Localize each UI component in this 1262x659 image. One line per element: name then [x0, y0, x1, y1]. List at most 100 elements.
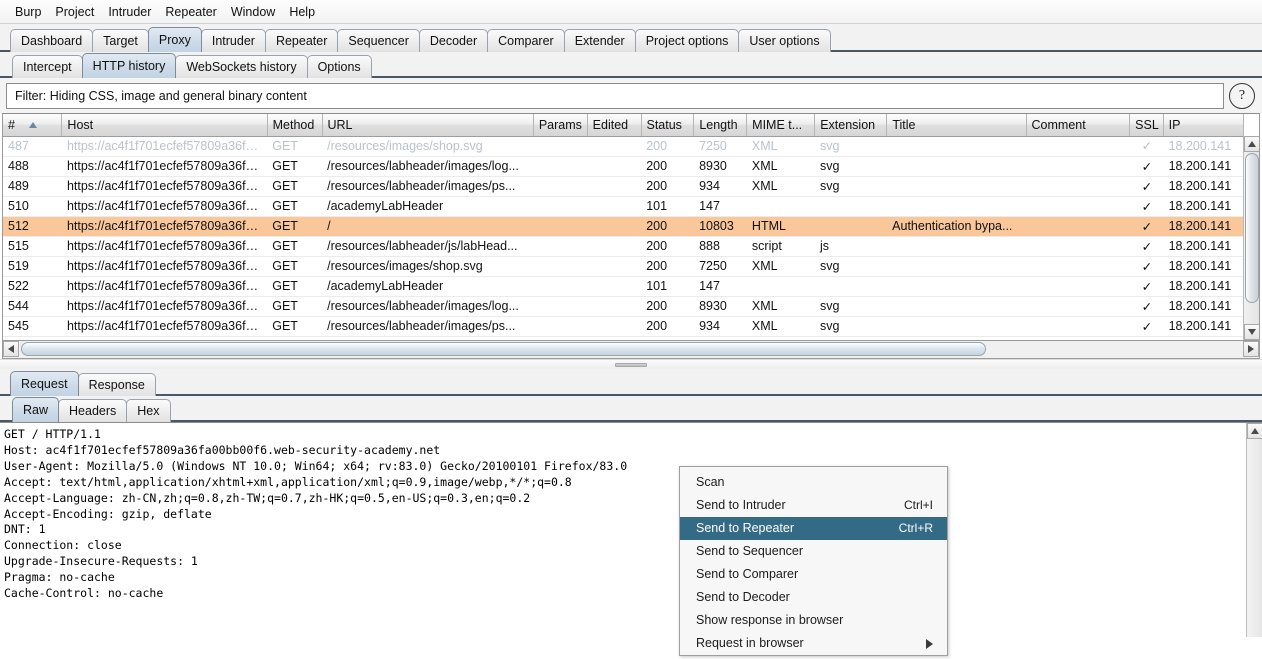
cell-comment [1026, 256, 1131, 277]
cell-extension [815, 276, 888, 297]
column-header-label: Length [699, 117, 738, 132]
http-history-table: # Host Method URL Params Edited Status Length MI… [2, 113, 1260, 341]
tab-comparer[interactable]: Comparer [487, 29, 565, 52]
column-header-params[interactable]: Params [533, 114, 588, 137]
table-row[interactable]: 544 https://ac4f1f701ecfef57809a36fa... GE… [3, 296, 1243, 317]
tab-user-options[interactable]: User options [738, 29, 831, 52]
scroll-left-arrow-icon[interactable] [3, 341, 19, 357]
cell-status: 200 [641, 216, 695, 237]
tab-decoder[interactable]: Decoder [418, 29, 489, 52]
panel-splitter[interactable] [0, 359, 1262, 369]
table-row[interactable]: 515 https://ac4f1f701ecfef57809a36fa... GE… [3, 236, 1243, 257]
cell-ssl: ✓ [1130, 316, 1164, 337]
menu-item-burp[interactable]: Burp [8, 3, 48, 21]
menu-bar: Burp Project Intruder Repeater Window Help [0, 0, 1262, 24]
cell-params [533, 276, 588, 297]
tab-raw[interactable]: Raw [12, 397, 60, 422]
tab-project-options[interactable]: Project options [634, 29, 740, 52]
scroll-down-arrow-icon[interactable] [1244, 324, 1259, 340]
tab-target[interactable]: Target [92, 29, 149, 52]
column-header-mime[interactable]: MIME t... [746, 114, 816, 137]
cell-title [887, 236, 1027, 257]
menu-item-send-to-comparer[interactable]: Send to Comparer [680, 563, 947, 586]
tab-intruder[interactable]: Intruder [200, 29, 266, 52]
scroll-up-arrow-icon[interactable] [1244, 136, 1259, 152]
scroll-right-arrow-icon[interactable] [1243, 341, 1259, 357]
table-row[interactable]: 519 https://ac4f1f701ecfef57809a36fa... GE… [3, 256, 1243, 277]
menu-item-send-to-repeater[interactable]: Send to Repeater Ctrl+R [680, 517, 947, 540]
table-row[interactable]: 512 https://ac4f1f701ecfef57809a36fa... GE… [3, 216, 1243, 237]
table-body: 487 https://ac4f1f701ecfef57809a36fa... GE… [3, 136, 1243, 337]
cell-host: https://ac4f1f701ecfef57809a36fa... [61, 136, 268, 157]
subtab-websockets-history[interactable]: WebSockets history [175, 55, 308, 78]
column-header-host[interactable]: Host [61, 114, 268, 137]
table-row[interactable]: 487 https://ac4f1f701ecfef57809a36fa... GE… [3, 136, 1243, 157]
cell-ip: 18.200.141 [1163, 216, 1243, 237]
subtab-http-history[interactable]: HTTP history [81, 53, 177, 78]
column-header-method[interactable]: Method [267, 114, 323, 137]
cell-mime: script [746, 236, 816, 257]
question-mark-icon[interactable]: ? [1229, 83, 1255, 109]
tab-request[interactable]: Request [10, 371, 79, 396]
cell-params [533, 196, 588, 217]
cell-params [533, 216, 588, 237]
tab-extender[interactable]: Extender [563, 29, 636, 52]
menu-item-show-response-in-browser[interactable]: Show response in browser [680, 609, 947, 632]
column-header-edited[interactable]: Edited [587, 114, 642, 137]
menu-item-help[interactable]: Help [282, 3, 322, 21]
menu-item-label: Send to Sequencer [696, 544, 804, 558]
tab-repeater[interactable]: Repeater [264, 29, 339, 52]
splitter-grip[interactable] [615, 363, 647, 367]
column-header-ssl[interactable]: SSL [1129, 114, 1164, 137]
table-row[interactable]: 545 https://ac4f1f701ecfef57809a36fa... GE… [3, 316, 1243, 337]
tab-dashboard[interactable]: Dashboard [10, 29, 94, 52]
tab-sequencer[interactable]: Sequencer [337, 29, 420, 52]
subtab-options[interactable]: Options [306, 55, 372, 78]
cell-ip: 18.200.141 [1163, 156, 1243, 177]
cell-extension: svg [815, 316, 888, 337]
menu-item-intruder[interactable]: Intruder [101, 3, 158, 21]
table-row[interactable]: 522 https://ac4f1f701ecfef57809a36fa... GE… [3, 276, 1243, 297]
cell-edited [587, 136, 642, 157]
tab-hex[interactable]: Hex [126, 399, 171, 422]
tab-headers[interactable]: Headers [58, 399, 128, 422]
cell-extension: svg [815, 296, 888, 317]
request-scroll-up-arrow-icon[interactable] [1247, 423, 1262, 439]
vertical-scroll-thumb[interactable] [1245, 153, 1259, 303]
cell-url: /resources/labheader/images/log... [322, 296, 534, 317]
table-row[interactable]: 488 https://ac4f1f701ecfef57809a36fa... GE… [3, 156, 1243, 177]
menu-item-send-to-intruder[interactable]: Send to Intruder Ctrl+I [680, 494, 947, 517]
column-header-url[interactable]: URL [322, 114, 534, 137]
cell-num: 489 [3, 176, 62, 197]
column-header-title[interactable]: Title [886, 114, 1027, 137]
menu-item-label: Show response in browser [696, 613, 844, 627]
cell-host: https://ac4f1f701ecfef57809a36fa... [61, 236, 268, 257]
menu-item-project[interactable]: Project [48, 3, 101, 21]
tab-response[interactable]: Response [77, 373, 156, 396]
tab-proxy[interactable]: Proxy [147, 27, 202, 52]
menu-item-request-in-browser[interactable]: Request in browser [680, 632, 947, 655]
request-vertical-scrollbar[interactable] [1246, 423, 1262, 637]
menu-item-repeater[interactable]: Repeater [158, 3, 223, 21]
filter-bar[interactable]: Filter: Hiding CSS, image and general bi… [6, 83, 1224, 109]
menu-item-window[interactable]: Window [224, 3, 282, 21]
column-header-ip[interactable]: IP [1163, 114, 1245, 137]
table-horizontal-scrollbar[interactable] [2, 341, 1260, 359]
column-header-comment[interactable]: Comment [1026, 114, 1131, 137]
subtab-intercept[interactable]: Intercept [12, 55, 83, 78]
cell-params [533, 316, 588, 337]
table-vertical-scrollbar[interactable] [1243, 136, 1259, 340]
column-header-status[interactable]: Status [641, 114, 695, 137]
column-header-label: Status [646, 117, 682, 132]
table-row[interactable]: 489 https://ac4f1f701ecfef57809a36fa... GE… [3, 176, 1243, 197]
column-header-extension[interactable]: Extension [814, 114, 888, 137]
menu-item-send-to-decoder[interactable]: Send to Decoder [680, 586, 947, 609]
menu-item-send-to-sequencer[interactable]: Send to Sequencer [680, 540, 947, 563]
horizontal-scroll-thumb[interactable] [21, 342, 986, 356]
column-header-length[interactable]: Length [693, 114, 748, 137]
column-header-num[interactable]: # [3, 114, 63, 137]
raw-request-viewer[interactable]: GET / HTTP/1.1 Host: ac4f1f701ecfef57809… [0, 422, 1262, 637]
menu-item-scan[interactable]: Scan [680, 471, 947, 494]
table-row[interactable]: 510 https://ac4f1f701ecfef57809a36fa... GE… [3, 196, 1243, 217]
column-header-label: Host [67, 117, 94, 132]
